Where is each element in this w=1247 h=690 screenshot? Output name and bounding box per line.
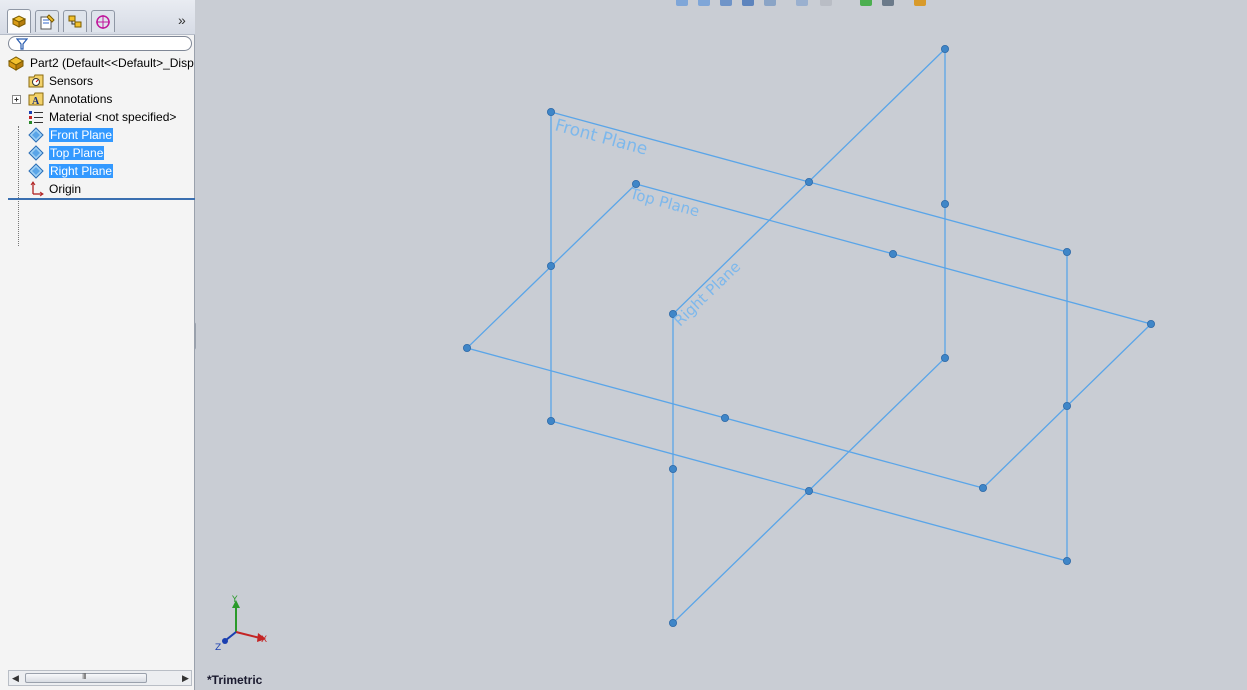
- svg-text:A: A: [32, 96, 40, 107]
- top-plane-label: Top Plane: [627, 184, 701, 220]
- tab-dimxpert-manager[interactable]: [91, 10, 115, 32]
- tree-item-label: Sensors: [49, 74, 94, 88]
- more-tabs-button[interactable]: »: [178, 12, 186, 28]
- configuration-manager-icon: [68, 15, 82, 28]
- expand-annotations-toggle[interactable]: [12, 90, 22, 108]
- tree-item-label: Annotations: [49, 92, 113, 106]
- plane-icon: [28, 127, 44, 143]
- front-plane-handle[interactable]: [1063, 557, 1072, 566]
- origin-icon: [30, 181, 44, 197]
- right-plane-handle[interactable]: [941, 45, 950, 54]
- front-plane-handle[interactable]: [1063, 401, 1072, 410]
- top-plane-handle[interactable]: [979, 483, 988, 492]
- feature-manager-icon: [11, 15, 27, 28]
- part-icon: [8, 56, 24, 71]
- plus-expand-icon: [12, 95, 21, 104]
- front-plane-handle[interactable]: [546, 261, 555, 270]
- scroll-right-arrow-icon[interactable]: ▶: [182, 673, 189, 684]
- filter-icon: [16, 38, 28, 50]
- right-plane-handle[interactable]: [668, 464, 677, 473]
- top-plane-handle[interactable]: [1147, 319, 1156, 328]
- tab-feature-manager[interactable]: [7, 9, 31, 33]
- feature-manager-panel: » Part2 (Default<<Default>_Disp Sensors: [0, 0, 195, 690]
- tab-property-manager[interactable]: [35, 10, 59, 32]
- scroll-left-arrow-icon[interactable]: ◀: [12, 673, 19, 684]
- tree-divider: [8, 198, 195, 200]
- panel-horizontal-scrollbar[interactable]: ◀ III ▶: [8, 670, 192, 686]
- right-plane-handle[interactable]: [668, 619, 677, 628]
- top-plane-handle[interactable]: [889, 249, 898, 258]
- tree-item-label: Right Plane: [49, 164, 114, 178]
- triad-x-label: X: [261, 635, 267, 645]
- tree-connector-line: [18, 126, 19, 246]
- property-manager-icon: [40, 14, 55, 30]
- right-plane-handle[interactable]: [941, 199, 950, 208]
- front-plane-handle[interactable]: [1063, 247, 1072, 256]
- plane-icon: [28, 163, 44, 179]
- graphics-viewport[interactable]: Front Plane Top Plane Right Plane Y X Z …: [196, 0, 1247, 690]
- view-orientation-label: *Trimetric: [207, 673, 263, 687]
- triad-z-label: Z: [215, 643, 221, 653]
- right-plane-handle[interactable]: [941, 353, 950, 362]
- plane-icon: [28, 145, 44, 161]
- tree-item-label: Material <not specified>: [49, 110, 177, 124]
- plane-scene[interactable]: Front Plane Top Plane Right Plane: [196, 0, 1247, 690]
- top-plane-handle[interactable]: [721, 413, 730, 422]
- reference-triad: Y X Z: [215, 595, 267, 653]
- right-plane-label: Right Plane: [670, 258, 744, 330]
- panel-tab-bar: »: [0, 0, 195, 35]
- tree-root-label: Part2 (Default<<Default>_Disp: [30, 56, 194, 70]
- scrollbar-thumb[interactable]: III: [25, 672, 147, 683]
- tree-item-label: Front Plane: [49, 128, 114, 142]
- tree-filter-input[interactable]: [8, 36, 192, 51]
- tree-item-label: Origin: [49, 182, 82, 196]
- tree-item-label: Top Plane: [49, 146, 105, 160]
- right-plane-outline[interactable]: [672, 48, 946, 625]
- scrollbar-grip: III: [82, 672, 87, 681]
- material-icon: [29, 111, 43, 124]
- tab-configuration-manager[interactable]: [63, 10, 87, 32]
- triad-y-label: Y: [231, 595, 238, 605]
- top-plane-outline[interactable]: [465, 183, 1153, 489]
- front-plane-handle[interactable]: [805, 486, 814, 495]
- annotations-icon: A: [28, 92, 44, 107]
- front-plane-handle[interactable]: [805, 177, 814, 186]
- front-plane-handle[interactable]: [546, 108, 555, 117]
- dimxpert-icon: [96, 15, 110, 29]
- top-plane-handle[interactable]: [462, 343, 471, 352]
- front-plane-label: Front Plane: [553, 116, 650, 160]
- front-plane-handle[interactable]: [546, 416, 555, 425]
- sensors-icon: [28, 74, 44, 88]
